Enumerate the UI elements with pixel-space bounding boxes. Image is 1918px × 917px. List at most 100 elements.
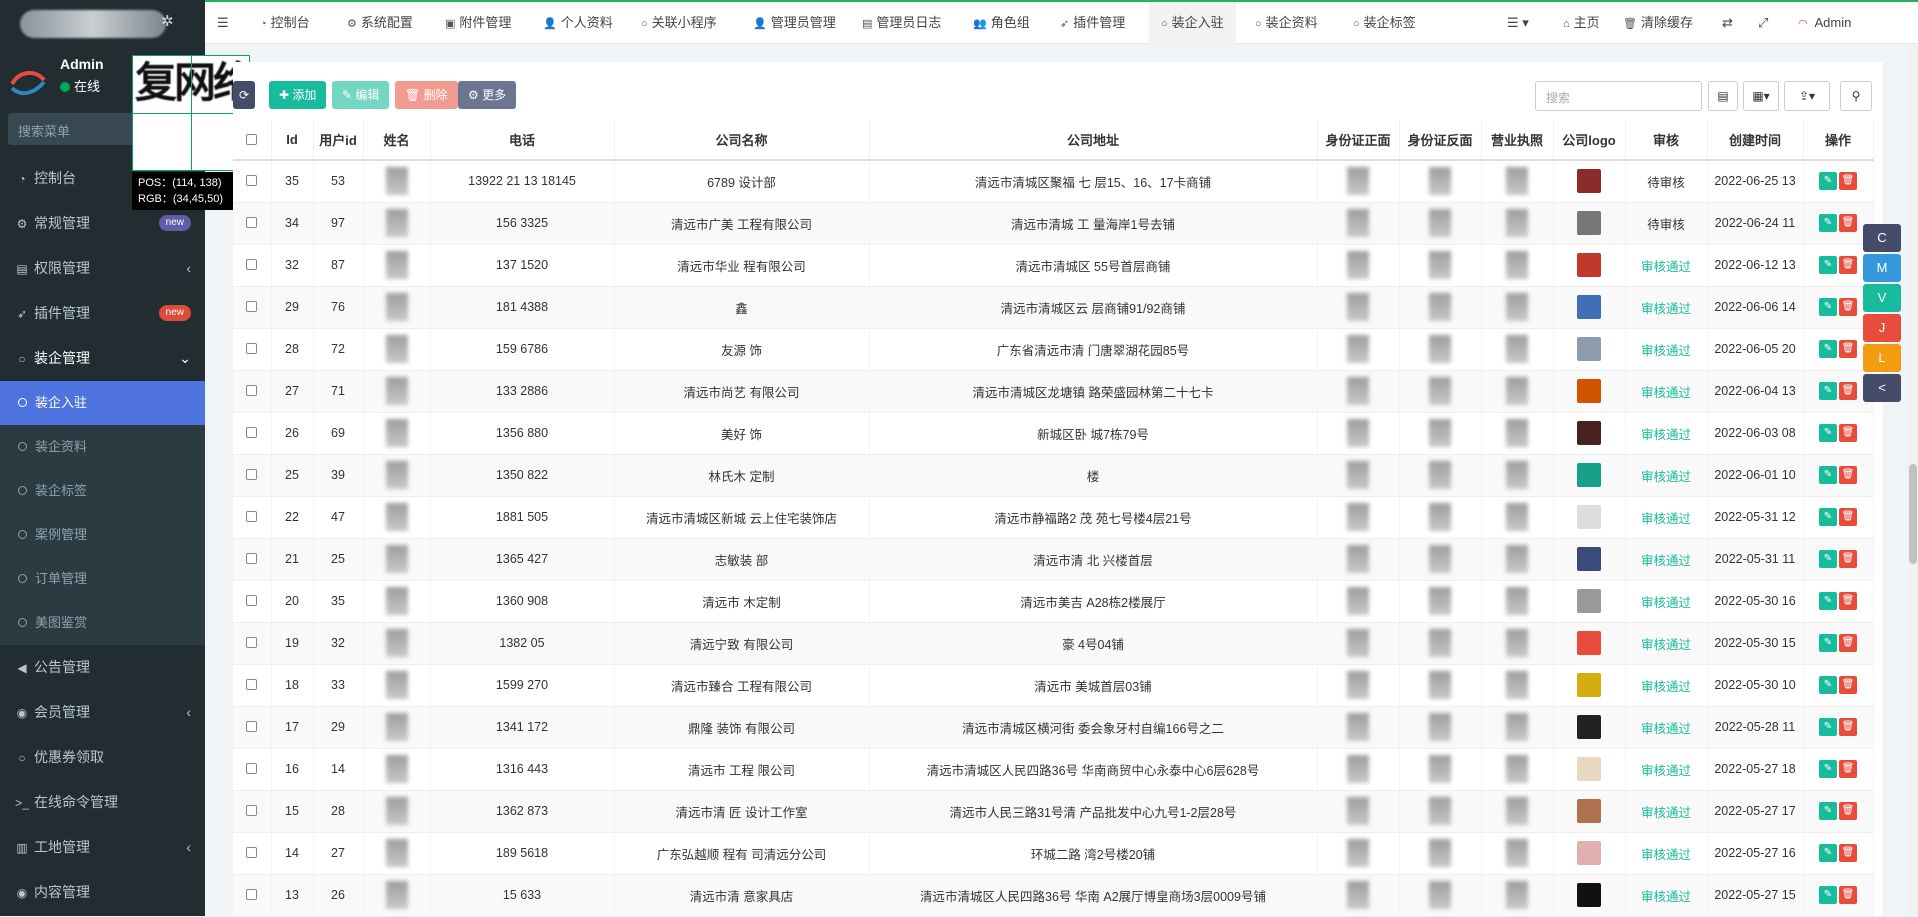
cell-id-back[interactable]: [1399, 496, 1482, 539]
row-checkbox[interactable]: [233, 328, 272, 371]
cell-id-back[interactable]: [1399, 832, 1482, 875]
row-checkbox[interactable]: [233, 874, 272, 917]
id-back-image[interactable]: [1429, 545, 1451, 573]
tab-profile[interactable]: 👤 个人资料: [543, 2, 613, 44]
cell-id-front[interactable]: [1317, 496, 1400, 539]
edit-row-icon[interactable]: ✎: [1819, 760, 1837, 778]
id-back-image[interactable]: [1429, 377, 1451, 405]
sidebar-subitem-profile[interactable]: 装企资料: [0, 425, 205, 469]
th-license[interactable]: 营业执照: [1481, 120, 1554, 161]
license-image[interactable]: [1506, 377, 1528, 405]
cell-license[interactable]: [1481, 244, 1554, 287]
cell-id-front[interactable]: [1317, 748, 1400, 791]
table-row[interactable]: 16 14 1316 443 清远市 工程 限公司 清远市清城区人民四路36号 华南商贸…: [233, 748, 1874, 791]
cell-logo[interactable]: [1553, 328, 1626, 371]
id-back-image[interactable]: [1429, 335, 1451, 363]
company-logo-image[interactable]: [1577, 799, 1601, 823]
more-button[interactable]: ⚙ 更多: [458, 81, 517, 109]
row-checkbox[interactable]: [233, 538, 272, 581]
company-logo-image[interactable]: [1577, 421, 1601, 445]
cell-id-back[interactable]: [1399, 664, 1482, 707]
id-back-image[interactable]: [1429, 209, 1451, 237]
cell-license[interactable]: [1481, 496, 1554, 539]
company-logo-image[interactable]: [1577, 211, 1601, 235]
home-link[interactable]: ⌂ 主页: [1563, 2, 1600, 44]
sidebar-item-decor-company[interactable]: ○ 装企管理 ⌄: [0, 336, 205, 381]
cell-id-back[interactable]: [1399, 202, 1482, 245]
cell-id-back[interactable]: [1399, 454, 1482, 497]
tab-dashboard[interactable]: ◔ 控制台: [260, 2, 310, 44]
edit-row-icon[interactable]: ✎: [1819, 550, 1837, 568]
table-row[interactable]: 22 47 1881 505 清远市清城区新城 云上住宅装饰店 清远市静福路2 茂 苑七…: [233, 496, 1874, 539]
floating-button-1[interactable]: M: [1863, 254, 1901, 282]
company-logo-image[interactable]: [1577, 673, 1601, 697]
id-front-image[interactable]: [1347, 335, 1369, 363]
edit-row-icon[interactable]: ✎: [1819, 844, 1837, 862]
cell-id-back[interactable]: [1399, 748, 1482, 791]
row-checkbox[interactable]: [233, 412, 272, 455]
th-logo[interactable]: 公司logo: [1553, 120, 1626, 161]
th-name[interactable]: 姓名: [363, 120, 431, 161]
admin-user-menu[interactable]: ◠ Admin: [1798, 2, 1851, 44]
cell-id-back[interactable]: [1399, 874, 1482, 917]
cell-logo[interactable]: [1553, 832, 1626, 875]
id-front-image[interactable]: [1347, 629, 1369, 657]
edit-row-icon[interactable]: ✎: [1819, 508, 1837, 526]
tab-role-group[interactable]: 👥 角色组: [973, 2, 1030, 44]
license-image[interactable]: [1506, 587, 1528, 615]
id-back-image[interactable]: [1429, 251, 1451, 279]
company-logo-image[interactable]: [1577, 295, 1601, 319]
floating-button-3[interactable]: J: [1863, 314, 1901, 342]
sidebar-item-content[interactable]: ◉ 内容管理: [0, 870, 205, 915]
edit-row-icon[interactable]: ✎: [1819, 382, 1837, 400]
table-row[interactable]: 28 72 159 6786 友源 饰广东省清远市清 门唐翠湖花园85号 审核通过 202…: [233, 328, 1874, 371]
id-front-image[interactable]: [1347, 167, 1369, 196]
delete-row-icon[interactable]: 🗑: [1839, 172, 1857, 191]
cell-license[interactable]: [1481, 664, 1554, 707]
sidebar-item-plugins[interactable]: ➶ 插件管理 new: [0, 291, 205, 336]
cell-logo[interactable]: [1553, 790, 1626, 833]
refresh-button[interactable]: ⟳: [233, 81, 256, 109]
company-logo-image[interactable]: [1577, 841, 1601, 865]
license-image[interactable]: [1506, 629, 1528, 657]
company-logo-image[interactable]: [1577, 547, 1601, 571]
cell-id-back[interactable]: [1399, 286, 1482, 329]
clear-cache-link[interactable]: 🗑 清除缓存: [1623, 2, 1693, 44]
cell-license[interactable]: [1481, 328, 1554, 371]
company-logo-image[interactable]: [1577, 379, 1601, 403]
scrollbar[interactable]: [1908, 44, 1918, 916]
tab-mini-program[interactable]: ○ 关联小程序: [641, 2, 717, 44]
id-back-image[interactable]: [1429, 671, 1451, 699]
table-row[interactable]: 21 25 1365 427 志敏装 部清远市清 北 兴楼首层 审核通过 2022-05-…: [233, 538, 1874, 581]
table-row[interactable]: 19 32 1382 05 清远宁致 有限公司豪 4号04铺 审核通过 2022-05-3…: [233, 622, 1874, 665]
edit-row-icon[interactable]: ✎: [1819, 676, 1837, 694]
company-logo-image[interactable]: [1577, 253, 1601, 277]
sidebar-item-members[interactable]: ◉ 会员管理 ‹: [0, 690, 205, 735]
cell-id-back[interactable]: [1399, 370, 1482, 413]
table-search-input[interactable]: 搜索: [1535, 81, 1702, 111]
cell-license[interactable]: [1481, 832, 1554, 875]
delete-row-icon[interactable]: 🗑: [1839, 466, 1857, 484]
sidebar-subitem-tags[interactable]: 装企标签: [0, 469, 205, 513]
cell-logo[interactable]: [1553, 622, 1626, 665]
table-row[interactable]: 27 71 133 2886 清远市尚艺 有限公司 清远市清城区龙塘镇 路荣盛园林第二十…: [233, 370, 1874, 413]
sidebar-item-command[interactable]: >_ 在线命令管理: [0, 780, 205, 825]
license-image[interactable]: [1506, 167, 1528, 196]
cell-license[interactable]: [1481, 202, 1554, 245]
cell-id-front[interactable]: [1317, 286, 1400, 329]
export-button[interactable]: ⇪▾: [1784, 81, 1830, 111]
edit-row-icon[interactable]: ✎: [1819, 340, 1837, 358]
cell-id-front[interactable]: [1317, 664, 1400, 707]
id-front-image[interactable]: [1347, 377, 1369, 405]
cell-license[interactable]: [1481, 160, 1554, 203]
tab-admin-manage[interactable]: 👤 管理员管理: [753, 2, 836, 44]
edit-button[interactable]: ✎ 编辑: [332, 81, 390, 109]
company-logo-image[interactable]: [1577, 505, 1601, 529]
add-button[interactable]: ✚ 添加: [269, 81, 327, 109]
cell-id-front[interactable]: [1317, 832, 1400, 875]
id-front-image[interactable]: [1347, 671, 1369, 699]
id-front-image[interactable]: [1347, 545, 1369, 573]
id-front-image[interactable]: [1347, 839, 1369, 867]
row-checkbox[interactable]: [233, 160, 272, 203]
sidebar-item-permission[interactable]: ▤ 权限管理 ‹: [0, 246, 205, 291]
